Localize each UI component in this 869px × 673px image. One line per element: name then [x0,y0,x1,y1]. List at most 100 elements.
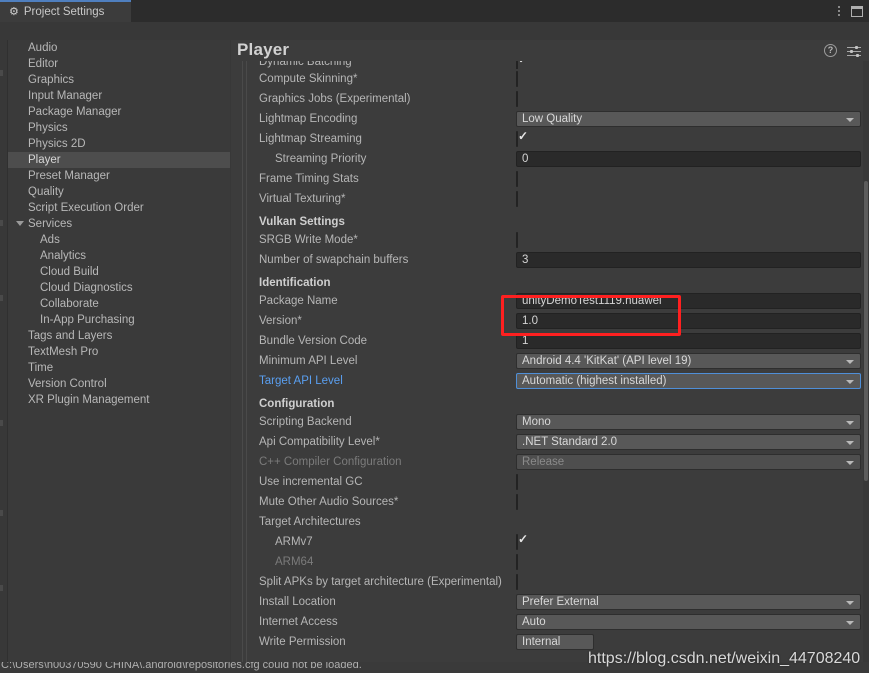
setting-label[interactable]: Target API Level [259,375,343,387]
setting-text-field[interactable]: 1.0 [516,313,861,329]
setting-checkbox[interactable] [516,71,518,87]
sidebar-item-xr-plugin-management[interactable]: XR Plugin Management [8,392,230,408]
sidebar-item-cloud-diagnostics[interactable]: Cloud Diagnostics [8,280,230,296]
sidebar-item-script-execution-order[interactable]: Script Execution Order [8,200,230,216]
setting-checkbox[interactable] [516,191,518,207]
setting-dropdown-value: Prefer External [522,596,599,608]
sidebar-item-physics-2d[interactable]: Physics 2D [8,136,230,152]
setting-label: Frame Timing Stats [259,173,359,185]
sidebar-item-quality[interactable]: Quality [8,184,230,200]
setting-checkbox[interactable] [516,232,518,248]
setting-text-field[interactable]: 0 [516,151,861,167]
help-icon[interactable]: ? [824,44,837,57]
setting-dropdown[interactable]: Automatic (highest installed) [516,373,861,389]
more-options-icon[interactable] [838,6,840,16]
sidebar-item-label: Input Manager [28,90,103,102]
setting-text-field[interactable]: 1 [516,333,861,349]
sidebar-item-package-manager[interactable]: Package Manager [8,104,230,120]
settings-scroll-area[interactable]: Dynamic Batching Compute Skinning* Graphic… [231,61,869,673]
sidebar-item-services[interactable]: Services [8,216,230,232]
setting-row-number-of-swapchain-buffers: Number of swapchain buffers 3 [238,250,869,270]
settings-category-sidebar[interactable]: Audio Editor Graphics Input Manager Package … [8,40,230,673]
setting-text-value: 1 [522,335,529,347]
sidebar-item-input-manager[interactable]: Input Manager [8,88,230,104]
setting-checkbox[interactable] [516,534,518,550]
sidebar-item-tags-and-layers[interactable]: Tags and Layers [8,328,230,344]
setting-dropdown-value: Automatic (highest installed) [522,375,667,387]
setting-dropdown[interactable]: Auto [516,614,861,630]
sidebar-item-physics[interactable]: Physics [8,120,230,136]
window-controls [838,0,863,22]
sidebar-item-textmesh-pro[interactable]: TextMesh Pro [8,344,230,360]
section-header: Vulkan Settings [238,209,869,230]
setting-checkbox[interactable] [516,91,518,107]
chevron-down-icon[interactable] [846,421,854,425]
setting-row-compute-skinning: Compute Skinning* [238,69,869,89]
chevron-down-icon[interactable] [846,360,854,364]
sidebar-item-player[interactable]: Player [8,152,230,168]
setting-dropdown[interactable]: Prefer External [516,594,861,610]
chevron-down-icon[interactable] [846,461,854,465]
setting-row-install-location: Install Location Prefer External [238,592,869,612]
sidebar-item-in-app-purchasing[interactable]: In-App Purchasing [8,312,230,328]
setting-label: Target Architectures [259,516,361,528]
maximize-window-icon[interactable] [851,5,863,17]
section-header: Configuration [238,391,869,412]
sidebar-item-label: Ads [40,234,60,246]
sidebar-item-editor[interactable]: Editor [8,56,230,72]
setting-row-minimum-api-level: Minimum API Level Android 4.4 'KitKat' (A… [238,351,869,371]
chevron-down-icon[interactable] [846,380,854,384]
setting-dropdown-value: Internal [522,636,561,648]
panel-header-icons: ? [824,44,861,57]
preset-settings-icon[interactable] [847,45,861,57]
vertical-scrollbar-thumb[interactable] [864,181,868,481]
sidebar-item-label: In-App Purchasing [40,314,135,326]
tab-label: Project Settings [23,6,105,18]
chevron-down-icon[interactable] [846,621,854,625]
setting-label: Use incremental GC [259,476,363,488]
chevron-down-icon[interactable] [846,601,854,605]
sidebar-item-ads[interactable]: Ads [8,232,230,248]
setting-row-frame-timing-stats: Frame Timing Stats [238,169,869,189]
sidebar-item-cloud-build[interactable]: Cloud Build [8,264,230,280]
setting-checkbox[interactable] [516,494,518,510]
setting-row-split-apks-by-target-architecture-experimental: Split APKs by target architecture (Exper… [238,572,869,592]
sidebar-item-audio[interactable]: Audio [8,40,230,56]
sidebar-item-preset-manager[interactable]: Preset Manager [8,168,230,184]
tab-project-settings[interactable]: ⚙ Project Settings [0,0,131,22]
sidebar-item-analytics[interactable]: Analytics [8,248,230,264]
sidebar-item-version-control[interactable]: Version Control [8,376,230,392]
player-settings-panel: Player ? Dynamic Batching Compute Skinnin… [231,40,869,673]
sidebar-item-time[interactable]: Time [8,360,230,376]
setting-label: C++ Compiler Configuration [259,456,402,468]
setting-text-field[interactable]: 3 [516,252,861,268]
setting-label: Version* [259,315,302,327]
setting-dropdown[interactable]: Internal [516,634,594,650]
setting-dropdown[interactable]: .NET Standard 2.0 [516,434,861,450]
sidebar-item-collaborate[interactable]: Collaborate [8,296,230,312]
setting-dropdown[interactable]: Android 4.4 'KitKat' (API level 19) [516,353,861,369]
setting-text-value: 0 [522,153,529,165]
setting-dropdown[interactable]: Mono [516,414,861,430]
setting-text-field[interactable]: unityDemoTest1119.huawei [516,293,861,309]
vertical-scrollbar[interactable] [863,61,869,673]
chevron-down-icon[interactable] [16,221,24,226]
setting-checkbox[interactable] [516,474,518,490]
sidebar-item-graphics[interactable]: Graphics [8,72,230,88]
unity-project-settings-window: ⚙ Project Settings Audio Editor Graphics In… [0,0,869,673]
setting-dropdown-value: Mono [522,416,551,428]
setting-checkbox[interactable] [516,131,518,147]
setting-checkbox[interactable] [516,171,518,187]
setting-row-target-architectures: Target Architectures [238,512,869,532]
setting-label: Minimum API Level [259,355,358,367]
setting-label: Mute Other Audio Sources* [259,496,399,508]
chevron-down-icon[interactable] [846,441,854,445]
setting-dropdown[interactable]: Low Quality [516,111,861,127]
setting-label: Dynamic Batching [259,61,352,68]
setting-checkbox[interactable] [516,574,518,590]
setting-checkbox [516,554,518,570]
chevron-down-icon[interactable] [846,118,854,122]
setting-checkbox[interactable] [516,61,518,69]
left-edge-strip [0,40,8,673]
setting-label: Streaming Priority [275,153,367,165]
